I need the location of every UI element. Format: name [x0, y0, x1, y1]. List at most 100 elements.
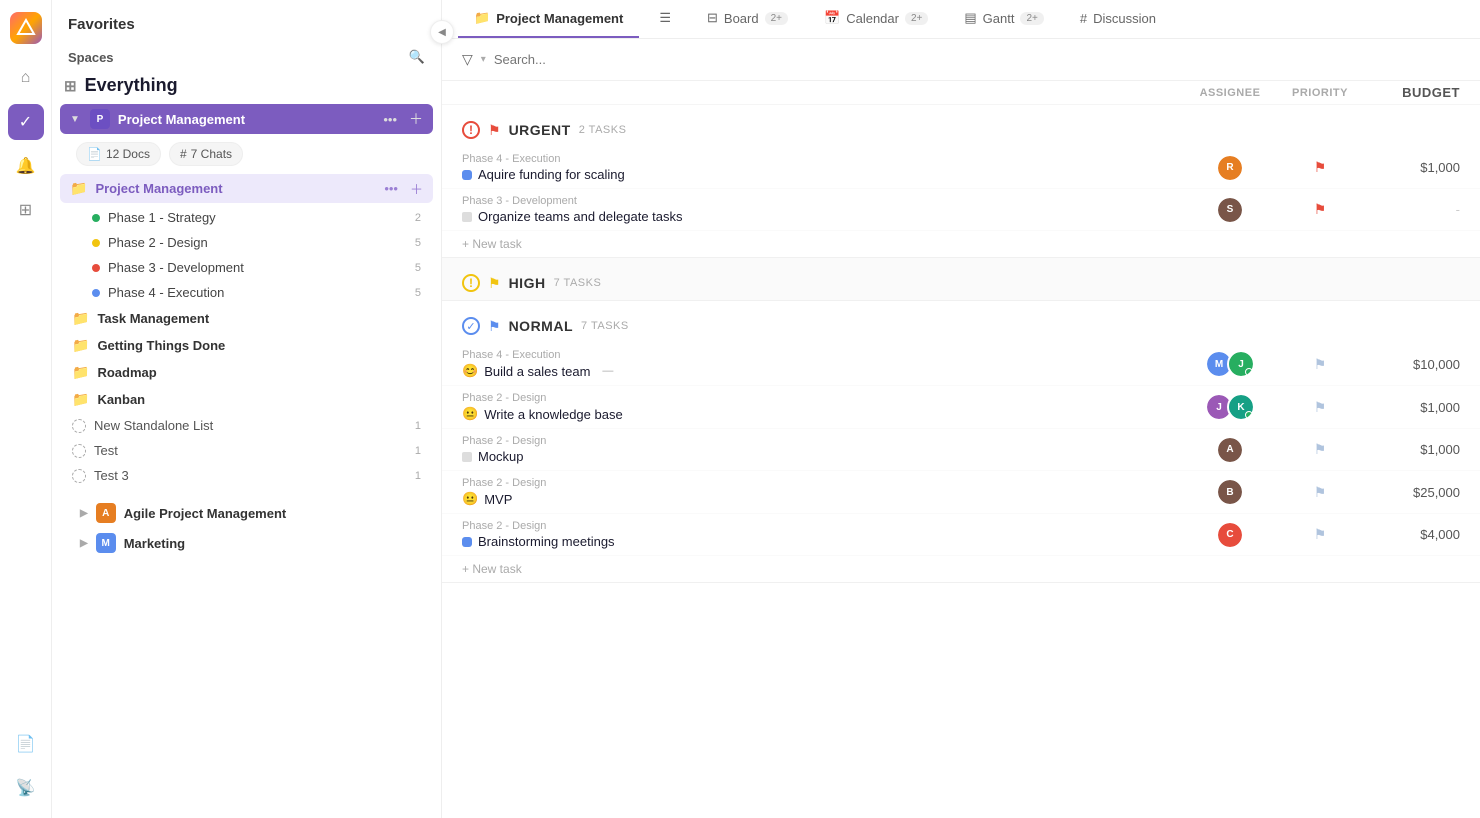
assignee-col-header: ASSIGNEE — [1180, 85, 1280, 100]
tab-board-badge: 2+ — [765, 12, 788, 25]
phase-item[interactable]: Phase 1 - Strategy 2 — [60, 205, 433, 230]
space-add-icon[interactable]: ＋ — [409, 109, 423, 129]
sidebar-collapse-btn[interactable]: ◀ — [430, 20, 454, 44]
priority-col: ⚑ — [1280, 201, 1360, 218]
section-header-normal[interactable]: ✓ ⚑ NORMAL 7 TASKS — [442, 301, 1480, 343]
section-collapse-icon[interactable]: ! — [462, 274, 480, 292]
space-item-project-management[interactable]: ▼ P Project Management ••• ＋ — [60, 104, 433, 134]
tab-gantt-icon: ▤ — [964, 10, 976, 26]
section-header-urgent[interactable]: ! ⚑ URGENT 2 TASKS — [442, 105, 1480, 147]
task-name-text: Organize teams and delegate tasks — [478, 209, 683, 224]
home-nav-icon[interactable]: ⌂ — [8, 60, 44, 96]
space-item-agile-project-management[interactable]: ▶ A Agile Project Management — [68, 498, 425, 528]
folder-kanban[interactable]: 📁 Kanban — [60, 386, 433, 413]
section-collapse-icon[interactable]: ! — [462, 121, 480, 139]
main-content: 📁 Project Management ☰ ⊟ Board 2+ 📅 Cale… — [442, 0, 1480, 818]
avatar-group: J K — [1205, 393, 1255, 421]
space-more-icon[interactable]: ••• — [383, 112, 397, 127]
task-name-extra: — — [602, 365, 613, 377]
everything-item[interactable]: ⊞ Everything — [52, 69, 441, 102]
assignee-col: A — [1180, 436, 1280, 464]
folder-getting-things-done[interactable]: 📁 Getting Things Done — [60, 332, 433, 359]
icon-sidebar: ⌂ ✓ 🔔 ⊞ 📄 📡 — [0, 0, 52, 818]
task-row[interactable]: Phase 2 - Design Mockup A ⚑ — [442, 429, 1480, 471]
bell-nav-icon[interactable]: 🔔 — [8, 148, 44, 184]
app-logo[interactable] — [10, 12, 42, 44]
new-task-btn-normal[interactable]: + New task — [442, 556, 1480, 582]
phase-item[interactable]: Phase 3 - Development 5 — [60, 255, 433, 280]
standalone-list-item[interactable]: Test 3 1 — [60, 463, 433, 488]
folder-icon-gtd: 📁 — [72, 337, 89, 354]
task-phase: Phase 2 - Design — [462, 435, 1180, 447]
section-collapse-icon[interactable]: ✓ — [462, 317, 480, 335]
spaces-search-icon[interactable]: 🔍 — [409, 49, 425, 65]
section-flag-icon: ⚑ — [488, 318, 501, 335]
standalone-list: New Standalone List 1 Test 1 Test 3 1 — [60, 413, 433, 488]
project-management-list[interactable]: 📁 Project Management ••• ＋ — [60, 174, 433, 203]
phase-count: 5 — [415, 287, 421, 299]
doc-nav-icon[interactable]: 📄 — [8, 726, 44, 762]
task-row[interactable]: Phase 2 - Design 😐 MVP B ⚑ — [442, 471, 1480, 514]
tab-gantt[interactable]: ▤ Gantt 2+ — [948, 0, 1060, 38]
broadcast-nav-icon[interactable]: 📡 — [8, 770, 44, 806]
section-header-high[interactable]: ! ⚑ HIGH 7 TASKS — [442, 258, 1480, 300]
avatar: R — [1216, 154, 1244, 182]
avatar-group: A — [1216, 436, 1244, 464]
task-row[interactable]: Phase 2 - Design 😐 Write a knowledge bas… — [442, 386, 1480, 429]
pm-list-label: Project Management — [95, 181, 376, 196]
task-name: Mockup — [462, 449, 1180, 464]
tab-calendar[interactable]: 📅 Calendar 2+ — [808, 0, 944, 38]
chats-count: 7 Chats — [191, 147, 232, 161]
tab-project-management[interactable]: 📁 Project Management — [458, 0, 639, 38]
standalone-list-item[interactable]: Test 1 — [60, 438, 433, 463]
avatar: B — [1216, 478, 1244, 506]
priority-col: ⚑ — [1280, 441, 1360, 458]
standalone-list-item[interactable]: New Standalone List 1 — [60, 413, 433, 438]
task-status-dot-empty — [462, 212, 472, 222]
pm-add-icon[interactable]: ＋ — [410, 179, 423, 198]
section-count-high: 7 TASKS — [554, 277, 602, 289]
task-row[interactable]: Phase 4 - Execution Aquire funding for s… — [442, 147, 1480, 189]
priority-col: ⚑ — [1280, 356, 1360, 373]
tab-board[interactable]: ⊟ Board 2+ — [691, 0, 804, 38]
folder-label-kb: Kanban — [97, 392, 145, 407]
avatar-img: A — [1218, 438, 1242, 462]
folder-task-management[interactable]: 📁 Task Management — [60, 305, 433, 332]
space-avatar: A — [96, 503, 116, 523]
tab-discussion[interactable]: # Discussion — [1064, 1, 1172, 38]
filter-dropdown-icon[interactable]: ▾ — [481, 54, 486, 65]
avatar-img: R — [1218, 156, 1242, 180]
space-label-pm: Project Management — [118, 112, 375, 127]
tab-list[interactable]: ☰ — [643, 0, 687, 38]
avatar: K — [1227, 393, 1255, 421]
task-name-text: Brainstorming meetings — [478, 534, 615, 549]
folder-roadmap[interactable]: 📁 Roadmap — [60, 359, 433, 386]
pm-more-icon[interactable]: ••• — [384, 181, 398, 196]
tasks-nav-icon[interactable]: ✓ — [8, 104, 44, 140]
new-task-btn-urgent[interactable]: + New task — [442, 231, 1480, 257]
task-row[interactable]: Phase 4 - Execution 😊 Build a sales team… — [442, 343, 1480, 386]
phase-item[interactable]: Phase 4 - Execution 5 — [60, 280, 433, 305]
priority-col: ⚑ — [1280, 399, 1360, 416]
task-row[interactable]: Phase 3 - Development Organize teams and… — [442, 189, 1480, 231]
section-count-urgent: 2 TASKS — [579, 124, 627, 136]
task-name: 😐 MVP — [462, 491, 1180, 507]
priority-col: ⚑ — [1280, 159, 1360, 176]
space-name: Marketing — [124, 536, 185, 551]
task-area: ! ⚑ URGENT 2 TASKS Phase 4 - Execution A… — [442, 105, 1480, 818]
task-row[interactable]: Phase 2 - Design Brainstorming meetings … — [442, 514, 1480, 556]
standalone-count: 1 — [415, 445, 421, 457]
everything-icon: ⊞ — [64, 77, 77, 95]
docs-chip[interactable]: 📄 12 Docs — [76, 142, 161, 166]
circle-icon — [72, 419, 86, 433]
search-input[interactable] — [494, 52, 694, 67]
chats-chip[interactable]: # 7 Chats — [169, 142, 243, 166]
task-left: Phase 4 - Execution 😊 Build a sales team… — [462, 349, 1180, 379]
section-flag-icon: ⚑ — [488, 122, 501, 139]
grid-nav-icon[interactable]: ⊞ — [8, 192, 44, 228]
sidebar-header: Favorites — [52, 0, 441, 41]
task-status-emoji: 😐 — [462, 491, 478, 507]
space-item-marketing[interactable]: ▶ M Marketing — [68, 528, 425, 558]
filter-icon[interactable]: ▽ — [462, 51, 473, 68]
phase-item[interactable]: Phase 2 - Design 5 — [60, 230, 433, 255]
